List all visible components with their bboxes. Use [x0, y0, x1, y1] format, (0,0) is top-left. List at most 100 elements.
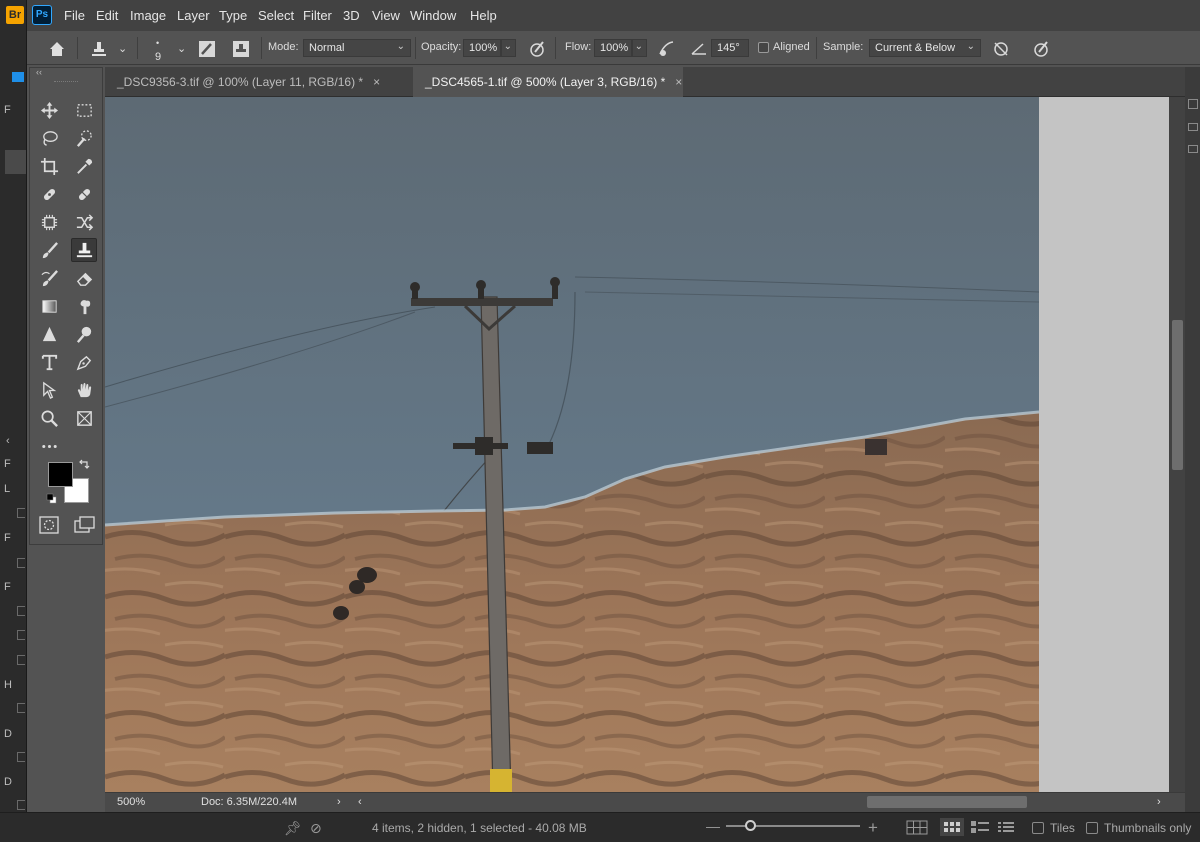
sharpen-tool[interactable] — [36, 322, 62, 346]
scroll-right-arrow[interactable]: › — [1157, 796, 1161, 808]
clone-stamp-preset-icon[interactable] — [89, 39, 109, 59]
menu-type[interactable]: Type — [219, 8, 247, 23]
bridge-blue-icon[interactable] — [12, 72, 24, 82]
thumbnail-size-knob[interactable] — [745, 820, 756, 831]
bridge-selected-block[interactable] — [5, 150, 26, 174]
menu-view[interactable]: View — [372, 8, 400, 23]
menu-file[interactable]: File — [64, 8, 85, 23]
dodge-tool[interactable] — [71, 322, 97, 346]
dock-icon[interactable] — [1188, 145, 1198, 153]
menu-edit[interactable]: Edit — [96, 8, 118, 23]
content-aware-tool[interactable] — [36, 210, 62, 234]
type-tool[interactable] — [36, 350, 62, 374]
bridge-logo[interactable]: Br — [0, 0, 26, 30]
bridge-collapse-icon[interactable]: ‹ — [6, 435, 10, 447]
gradient-tool[interactable] — [36, 294, 62, 318]
smudge-tool[interactable] — [71, 294, 97, 318]
brush-settings-icon[interactable] — [197, 39, 217, 59]
screen-mode-icon[interactable] — [74, 516, 96, 534]
path-selection-tool[interactable] — [36, 378, 62, 402]
lasso-tool[interactable] — [36, 126, 62, 150]
zoom-level[interactable]: 500% — [117, 796, 145, 808]
menu-select[interactable]: Select — [258, 8, 294, 23]
close-icon[interactable]: × — [675, 75, 682, 89]
clone-source-icon[interactable] — [231, 39, 251, 59]
brush-size-value[interactable]: 9 — [155, 51, 161, 63]
foreground-color-swatch[interactable] — [48, 462, 73, 487]
list-view-icon[interactable] — [997, 820, 1015, 834]
menu-3d[interactable]: 3D — [343, 8, 360, 23]
horizontal-scroll-thumb[interactable] — [867, 796, 1027, 808]
scroll-left-arrow[interactable]: ‹ — [358, 796, 362, 808]
pin-icon[interactable]: 📌︎ — [284, 820, 302, 837]
menu-window[interactable]: Window — [410, 8, 456, 23]
marquee-tool[interactable] — [71, 98, 97, 122]
menu-help[interactable]: Help — [470, 8, 497, 23]
crop-tool[interactable] — [36, 154, 62, 178]
preset-chevron-icon[interactable]: ⌄ — [118, 42, 127, 55]
close-icon[interactable]: × — [373, 75, 380, 89]
brush-chevron-icon[interactable]: ⌄ — [177, 42, 186, 55]
default-colors-icon[interactable] — [46, 493, 57, 504]
toolbar-collapse[interactable]: ‹‹ — [30, 68, 102, 78]
swap-colors-icon[interactable] — [78, 458, 90, 470]
grid-view-icon[interactable] — [906, 820, 928, 835]
hand-tool[interactable] — [71, 378, 97, 402]
tiles-checkbox-box[interactable] — [1032, 822, 1044, 834]
dock-icon[interactable] — [1188, 123, 1198, 131]
bandage-icon — [43, 188, 55, 200]
frame-tool[interactable] — [71, 406, 97, 430]
sample-dropdown[interactable]: Current & Below ⌄ — [869, 39, 981, 57]
mode-dropdown[interactable]: Normal ⌄ — [303, 39, 411, 57]
opacity-dropdown[interactable]: ⌄ — [501, 39, 516, 57]
thumbnail-view-icon[interactable] — [940, 818, 964, 836]
thumbnails-only-box[interactable] — [1086, 822, 1098, 834]
opacity-field[interactable]: 100% — [463, 39, 501, 57]
crop-icon — [40, 157, 58, 175]
clone-stamp-tool[interactable] — [71, 238, 97, 262]
more-tools-button[interactable] — [36, 434, 62, 458]
details-view-icon[interactable] — [970, 820, 990, 834]
pen-tool[interactable] — [71, 350, 97, 374]
airbrush-icon[interactable] — [657, 39, 677, 59]
quick-mask-icon[interactable] — [39, 516, 59, 534]
eyedropper-tool[interactable] — [71, 154, 97, 178]
status-menu-arrow[interactable]: › — [337, 796, 341, 808]
brush-dot-icon[interactable]: • — [156, 38, 159, 48]
photo-image[interactable] — [105, 97, 1039, 792]
bridge-letter: L — [4, 483, 11, 495]
tab-dsc4565[interactable]: _DSC4565-1.tif @ 500% (Layer 3, RGB/16) … — [413, 67, 683, 97]
spot-healing-tool[interactable] — [36, 182, 62, 206]
zoom-in-icon[interactable]: + — [868, 818, 878, 838]
no-entry-icon[interactable]: ⊘ — [310, 820, 322, 837]
toolbar-grip[interactable] — [54, 81, 78, 83]
brush-variant-tool[interactable] — [71, 182, 97, 206]
tiles-checkbox[interactable]: Tiles — [1032, 821, 1075, 835]
thumbnails-only-checkbox[interactable]: Thumbnails only — [1086, 821, 1191, 835]
quick-selection-tool[interactable] — [71, 126, 97, 150]
move-tool[interactable] — [36, 98, 62, 122]
menu-layer[interactable]: Layer — [177, 8, 210, 23]
angle-field[interactable]: 145° — [711, 39, 749, 57]
menu-filter[interactable]: Filter — [303, 8, 332, 23]
shuffle-tool[interactable] — [71, 210, 97, 234]
divider — [816, 37, 817, 59]
menu-image[interactable]: Image — [130, 8, 166, 23]
history-brush-tool[interactable] — [36, 266, 62, 290]
vertical-scroll-thumb[interactable] — [1172, 320, 1183, 470]
document-canvas[interactable] — [105, 97, 1169, 792]
aligned-checkbox[interactable] — [758, 42, 769, 53]
flow-field[interactable]: 100% — [594, 39, 632, 57]
home-icon[interactable] — [47, 39, 67, 59]
flow-dropdown[interactable]: ⌄ — [632, 39, 647, 57]
angle-icon[interactable] — [689, 39, 709, 59]
dock-icon[interactable] — [1188, 99, 1198, 109]
eraser-tool[interactable] — [71, 266, 97, 290]
pressure-size-icon[interactable] — [1031, 39, 1051, 59]
brush-tool[interactable] — [36, 238, 62, 262]
zoom-out-icon[interactable]: — — [706, 818, 720, 834]
zoom-tool[interactable] — [36, 406, 62, 430]
pressure-opacity-icon[interactable] — [527, 39, 547, 59]
ignore-adjustment-layers-icon[interactable] — [991, 39, 1011, 59]
tab-dsc9356[interactable]: _DSC9356-3.tif @ 100% (Layer 11, RGB/16)… — [105, 67, 413, 97]
